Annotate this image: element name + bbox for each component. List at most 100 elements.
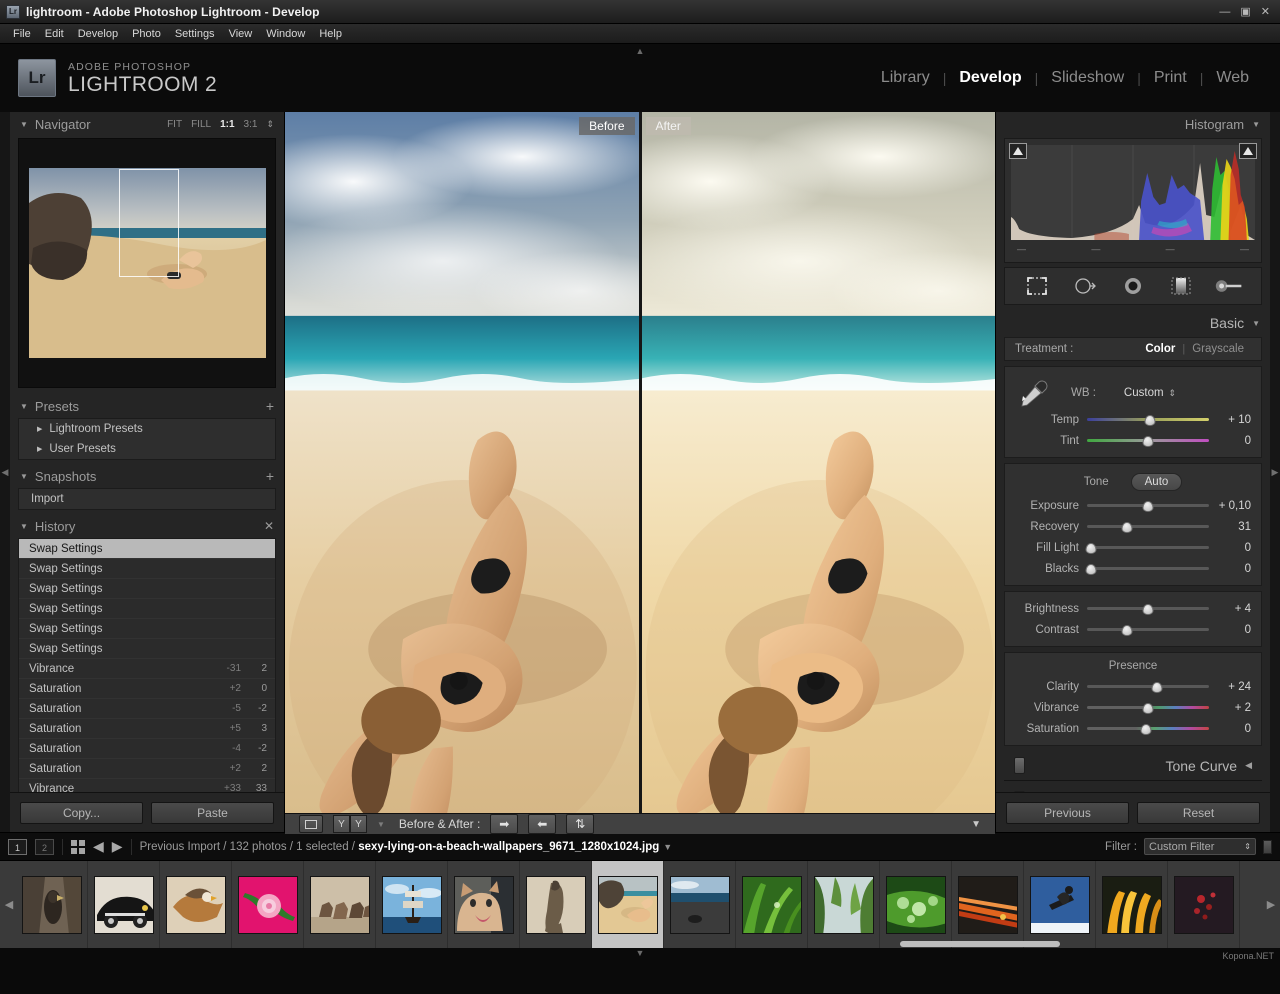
basic-panel-header[interactable]: Basic ▼	[996, 311, 1270, 335]
before-after-view[interactable]: Before After	[285, 112, 995, 814]
copy-before-settings-button[interactable]: ➡	[490, 814, 519, 835]
brightness-knob[interactable]	[1142, 603, 1154, 615]
filmstrip-thumb-water-droplets-leaf[interactable]	[880, 861, 952, 948]
top-collapse-caret[interactable]: ▲	[636, 46, 645, 56]
before-pane[interactable]: Before	[285, 112, 639, 814]
crop-overlay-icon[interactable]	[1023, 274, 1051, 298]
clarity-slider[interactable]	[1087, 681, 1209, 693]
before-after-mode-left[interactable]: Y	[333, 815, 350, 834]
temp-slider[interactable]	[1087, 414, 1209, 426]
contrast-slider[interactable]	[1087, 624, 1209, 636]
tint-slider[interactable]	[1087, 435, 1209, 447]
clarity-knob[interactable]	[1151, 681, 1163, 693]
highlight-clipping-indicator-icon[interactable]	[1239, 143, 1257, 159]
zoom-mode-fit[interactable]: FIT	[167, 119, 182, 130]
graduated-filter-icon[interactable]	[1167, 274, 1195, 298]
filmstrip-scroll-left-icon[interactable]: ◀	[2, 898, 16, 911]
presets-disclosure-icon[interactable]: ▼	[20, 402, 28, 411]
filmstrip-thumb-orange-pencils[interactable]	[952, 861, 1024, 948]
navigator-preview[interactable]	[18, 138, 276, 388]
menu-edit[interactable]: Edit	[38, 26, 71, 42]
basic-disclosure-icon[interactable]: ▼	[1252, 319, 1260, 328]
filter-switch[interactable]	[1263, 839, 1272, 854]
close-icon[interactable]: ✕	[1261, 6, 1270, 18]
presets-add-icon[interactable]: +	[266, 398, 274, 414]
module-library[interactable]: Library	[868, 69, 943, 87]
menu-help[interactable]: Help	[312, 26, 349, 42]
filmstrip-thumb-green-grass-dew[interactable]	[736, 861, 808, 948]
red-eye-correction-icon[interactable]	[1119, 274, 1147, 298]
snapshots-header[interactable]: ▼ Snapshots +	[10, 464, 284, 488]
before-after-mode-right[interactable]: Y	[350, 815, 367, 834]
filmstrip-collapse-caret-icon[interactable]: ▼	[636, 948, 645, 958]
breadcrumb-caret-icon[interactable]: ▼	[663, 842, 672, 852]
filter-select[interactable]: Custom Filter ⇕	[1144, 838, 1256, 855]
snapshots-add-icon[interactable]: +	[266, 468, 274, 484]
recovery-knob[interactable]	[1121, 521, 1133, 533]
history-clear-icon[interactable]: ✕	[264, 519, 274, 533]
module-web[interactable]: Web	[1203, 69, 1262, 87]
filmstrip-thumb-classic-black-car[interactable]	[88, 861, 160, 948]
filmstrip-thumb-dark-beach-stone[interactable]	[664, 861, 736, 948]
shadow-clipping-indicator-icon[interactable]	[1009, 143, 1027, 159]
screen-1-button[interactable]: 1	[8, 838, 27, 855]
previous-button[interactable]: Previous	[1006, 801, 1129, 824]
filmstrip-scrollbar[interactable]	[0, 941, 1280, 947]
history-row[interactable]: Saturation -5 -2	[19, 699, 275, 719]
history-row[interactable]: Vibrance +33 33	[19, 779, 275, 793]
go-forward-icon[interactable]: ▶	[112, 838, 123, 855]
module-develop[interactable]: Develop	[946, 69, 1034, 87]
after-pane[interactable]: After	[641, 112, 995, 814]
saturation-knob[interactable]	[1140, 723, 1152, 735]
zoom-mode-3-1[interactable]: 3:1	[244, 119, 258, 130]
history-disclosure-icon[interactable]: ▼	[20, 522, 28, 531]
tone-curve-section[interactable]: Tone Curve ◀	[1004, 751, 1262, 781]
history-row[interactable]: Saturation -4 -2	[19, 739, 275, 759]
filmstrip-scroll-right-icon[interactable]: ▶	[1264, 898, 1278, 911]
history-row[interactable]: Swap Settings	[19, 619, 275, 639]
history-row[interactable]: Vibrance -31 2	[19, 659, 275, 679]
minimize-icon[interactable]: —	[1219, 6, 1230, 18]
adjustment-brush-icon[interactable]	[1215, 274, 1243, 298]
maximize-icon[interactable]: ▣	[1240, 6, 1250, 18]
history-row[interactable]: Swap Settings	[19, 639, 275, 659]
history-row[interactable]: Saturation +5 3	[19, 719, 275, 739]
copy-after-settings-button[interactable]: ⬅	[528, 814, 557, 835]
white-balance-selector-icon[interactable]	[1015, 379, 1049, 407]
history-row[interactable]: Swap Settings	[19, 599, 275, 619]
vibrance-knob[interactable]	[1142, 702, 1154, 714]
menu-file[interactable]: File	[6, 26, 38, 42]
right-panel-toggle[interactable]: ▶	[1270, 112, 1280, 832]
module-slideshow[interactable]: Slideshow	[1038, 69, 1137, 87]
presets-header[interactable]: ▼ Presets +	[10, 394, 284, 418]
saturation-slider[interactable]	[1087, 723, 1209, 735]
filmstrip-thumb-red-berries-dark[interactable]	[1168, 861, 1240, 948]
toolbar-collapse-caret-icon[interactable]: ▼	[971, 819, 981, 830]
histogram-header[interactable]: Histogram ▼	[996, 112, 1270, 136]
auto-tone-button[interactable]: Auto	[1130, 473, 1183, 491]
breadcrumb-filename[interactable]: sexy-lying-on-a-beach-wallpapers_9671_12…	[358, 841, 659, 853]
blacks-slider[interactable]	[1085, 563, 1209, 575]
preset-group-user[interactable]: ▶ User Presets	[19, 439, 275, 459]
history-row[interactable]: Swap Settings	[19, 559, 275, 579]
filmstrip-thumb-yellow-flower-petals[interactable]	[1096, 861, 1168, 948]
exposure-slider[interactable]	[1087, 500, 1209, 512]
navigator-crop-rect[interactable]	[119, 169, 179, 277]
go-back-icon[interactable]: ◀	[93, 838, 104, 855]
filmstrip-thumb-beach-sunbather[interactable]	[592, 861, 664, 948]
brightness-slider[interactable]	[1087, 603, 1209, 615]
grid-view-icon[interactable]	[71, 839, 85, 854]
tint-knob[interactable]	[1142, 435, 1154, 447]
menu-settings[interactable]: Settings	[168, 26, 222, 42]
history-header[interactable]: ▼ History ✕	[10, 514, 284, 538]
filmstrip-thumb-running-horses[interactable]	[304, 861, 376, 948]
filmstrip-thumb-bird-on-branch[interactable]	[16, 861, 88, 948]
copy-button[interactable]: Copy...	[20, 801, 143, 824]
menu-view[interactable]: View	[222, 26, 260, 42]
fill-light-knob[interactable]	[1085, 542, 1097, 554]
swap-before-after-button[interactable]: ⇅	[566, 814, 595, 835]
history-row[interactable]: Saturation +2 0	[19, 679, 275, 699]
tone-curve-disclosure-icon[interactable]: ◀	[1245, 760, 1252, 771]
navigator-header[interactable]: ▼ Navigator FIT FILL 1:1 3:1 ⇕	[10, 112, 284, 136]
filmstrip-thumb-sepia-portrait[interactable]	[520, 861, 592, 948]
